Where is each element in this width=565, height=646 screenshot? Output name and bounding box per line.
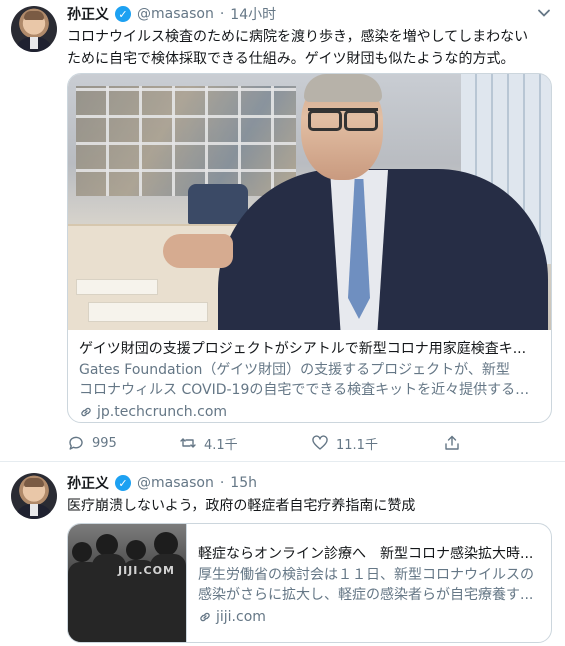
- reply-count: 995: [92, 435, 117, 451]
- card-domain: jp.techcrunch.com: [79, 402, 540, 422]
- paper-sheet: [88, 302, 208, 322]
- share-button[interactable]: [443, 434, 461, 452]
- avatar[interactable]: [11, 473, 57, 519]
- card-description-line: Gates Foundation（ゲイツ財団）の支援するプロジェクトが、新型: [79, 362, 510, 378]
- card-domain: jiji.com: [198, 607, 540, 627]
- background-chair: [188, 184, 248, 224]
- like-button[interactable]: 11.1千: [311, 434, 443, 453]
- display-name[interactable]: 孙正义: [67, 4, 109, 24]
- crowd-head: [96, 534, 118, 556]
- card-domain-text: jiji.com: [216, 609, 266, 625]
- chevron-down-icon[interactable]: [537, 6, 551, 20]
- tweet-text-line: ために自宅で検体採取できる仕組み。ゲイツ財団も似たような的方式。: [67, 51, 515, 67]
- card-description: 厚生労働省の検討会は１１日、新型コロナウイルスの 感染がさらに拡大し、軽症の感染…: [198, 565, 540, 605]
- card-body: 軽症ならオンライン診療へ 新型コロナ感染拡大時... 厚生労働省の検討会は１１日…: [186, 524, 551, 642]
- tweet[interactable]: 孙正义 ✓ @masason · 15h 医疗崩溃しないよう，政府の軽症者自宅疗…: [0, 463, 565, 646]
- background-photo-wall: [76, 86, 296, 196]
- card-title: ゲイツ財団の支援プロジェクトがシアトルで新型コロナ用家庭検査キ...: [79, 341, 527, 357]
- tweet-text-line: 医疗崩溃しないよう，政府の軽症者自宅疗养指南に赞成: [67, 498, 416, 514]
- tweet-text: コロナウイルス検査のために病院を渡り歩き，感染を増やしてしまわない ために自宅で…: [67, 26, 552, 70]
- crowd-head: [126, 540, 146, 560]
- reply-icon: [69, 436, 83, 450]
- separator-dot: ·: [219, 6, 225, 22]
- tweet-actions: 995 4.1千 11.1千: [67, 432, 487, 454]
- glasses: [308, 108, 378, 131]
- crowd-head: [154, 532, 178, 556]
- crowd-head: [72, 542, 92, 562]
- avatar-shirt: [30, 37, 38, 49]
- card-title: 軽症ならオンライン診療へ 新型コロナ感染拡大時...: [198, 546, 534, 562]
- tweet[interactable]: 孙正义 ✓ @masason · 14小时 コロナウイルス検査のために病院を渡り…: [0, 0, 565, 462]
- person-hand: [163, 234, 233, 268]
- person-hair: [304, 74, 382, 102]
- tweet-text: 医疗崩溃しないよう，政府の軽症者自宅疗养指南に赞成: [67, 495, 552, 517]
- share-icon: [445, 435, 459, 450]
- display-name[interactable]: 孙正义: [67, 473, 109, 493]
- card-description-line: 厚生労働省の検討会は１１日、新型コロナウイルスの: [198, 567, 534, 583]
- link-card[interactable]: JIJI.COM 軽症ならオンライン診療へ 新型コロナ感染拡大時... 厚生労働…: [67, 523, 552, 643]
- heart-icon: [312, 435, 328, 450]
- card-image: JIJI.COM: [68, 524, 186, 642]
- card-body: ゲイツ財団の支援プロジェクトがシアトルで新型コロナ用家庭検査キ... Gates…: [68, 330, 551, 422]
- separator-dot: ·: [219, 475, 225, 491]
- retweet-icon: [180, 438, 196, 448]
- avatar-shirt: [30, 504, 38, 516]
- tweet-text-line: コロナウイルス検査のために病院を渡り歩き，感染を増やしてしまわない: [67, 29, 529, 45]
- retweet-count: 4.1千: [204, 437, 238, 453]
- tweet-header: 孙正义 ✓ @masason · 14小时: [67, 4, 276, 24]
- card-description-line: 感染がさらに拡大し、軽症の感染者らが自宅療養す...: [198, 587, 534, 603]
- card-domain-text: jp.techcrunch.com: [97, 404, 228, 420]
- timestamp[interactable]: 15h: [230, 475, 257, 491]
- avatar-hair: [24, 11, 44, 20]
- user-handle[interactable]: @masason: [137, 6, 214, 22]
- avatar-hair: [24, 478, 44, 487]
- verified-badge-icon: ✓: [115, 6, 131, 22]
- avatar[interactable]: [11, 6, 57, 52]
- reply-button[interactable]: 995: [67, 434, 179, 452]
- link-icon: [200, 612, 210, 622]
- user-handle[interactable]: @masason: [137, 475, 214, 491]
- link-icon: [81, 407, 91, 417]
- card-description: Gates Foundation（ゲイツ財団）の支援するプロジェクトが、新型 コ…: [79, 360, 540, 400]
- like-count: 11.1千: [336, 437, 378, 453]
- verified-badge-icon: ✓: [115, 475, 131, 491]
- card-image: [68, 74, 551, 330]
- link-card[interactable]: ゲイツ財団の支援プロジェクトがシアトルで新型コロナ用家庭検査キ... Gates…: [67, 73, 552, 423]
- retweet-button[interactable]: 4.1千: [179, 434, 311, 453]
- paper-sheet: [76, 279, 158, 295]
- tweet-header: 孙正义 ✓ @masason · 15h: [67, 473, 257, 493]
- card-description-line: コロナウィルス COVID-19の自宅でできる検査キットを近々提供する。...: [79, 382, 540, 398]
- timestamp[interactable]: 14小时: [230, 4, 276, 24]
- image-watermark: JIJI.COM: [118, 564, 175, 577]
